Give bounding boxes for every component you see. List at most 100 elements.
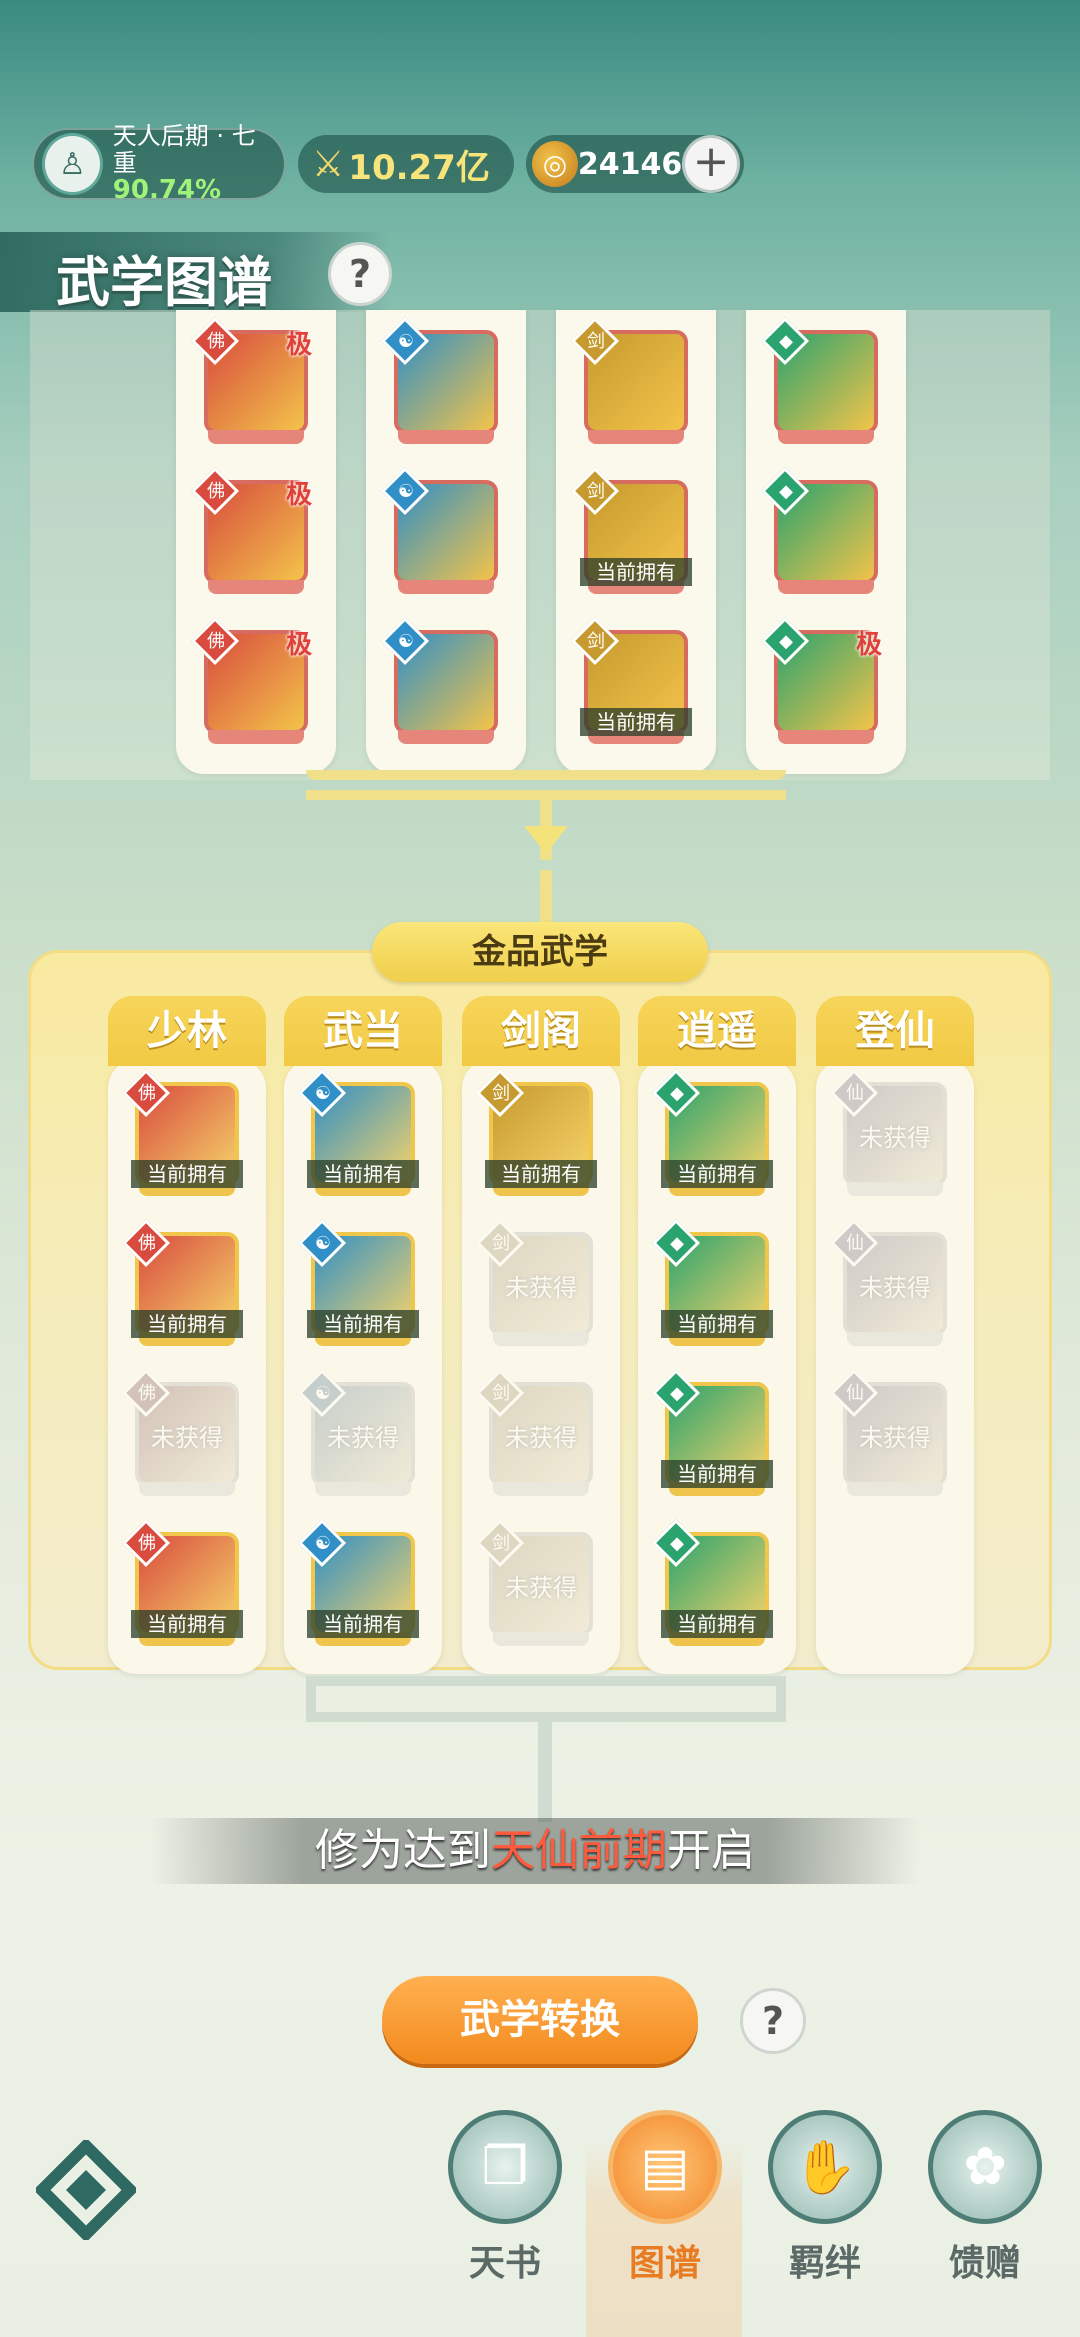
gold-skill-card[interactable]: ◆ 当前拥有	[651, 1368, 773, 1500]
school-glyph-icon: 剑	[587, 631, 605, 652]
owned-label: 当前拥有	[307, 1310, 419, 1338]
nav-label: 羁绊	[788, 2243, 861, 2284]
gold-skill-card[interactable]: ◆ 当前拥有	[651, 1218, 773, 1350]
gold-skill-card[interactable]: 佛当前拥有	[121, 1518, 243, 1650]
skill-card[interactable]: ◆ 极	[760, 616, 882, 748]
owned-label: 当前拥有	[580, 708, 692, 736]
skill-base	[493, 1332, 589, 1346]
gold-skill-card[interactable]: ◆ 当前拥有	[651, 1068, 773, 1200]
gold-skill-card[interactable]: 仙未获得	[829, 1218, 947, 1350]
gold-skill-card[interactable]: 仙未获得	[829, 1368, 947, 1500]
rank-title: 天人后期 · 七重	[112, 122, 256, 177]
gold-skill-card[interactable]: 剑未获得	[475, 1518, 593, 1650]
school-glyph-icon: 佛	[207, 331, 225, 352]
connector-line	[306, 770, 786, 780]
gold-skill-card[interactable]: 剑未获得	[475, 1218, 593, 1350]
school-glyph-icon: ☯	[314, 1083, 332, 1104]
skill-card[interactable]: 剑当前拥有	[570, 466, 692, 598]
not-obtained-label: 未获得	[859, 1124, 931, 1152]
nav-item-book[interactable]: ❐ 天书	[440, 2110, 570, 2300]
map-scroll-icon: ▤	[608, 2110, 722, 2224]
school-name: 逍遥	[638, 996, 796, 1066]
skill-card[interactable]: 剑当前拥有	[570, 616, 692, 748]
school-glyph-icon: ☯	[397, 631, 415, 652]
currency-indicator: ◎ 24146 +	[526, 135, 744, 193]
skill-card[interactable]: ☯	[380, 616, 498, 748]
skill-card[interactable]: ☯	[380, 316, 498, 448]
add-currency-button[interactable]: +	[682, 135, 740, 193]
nav-item-handshake[interactable]: ✋ 羁绊	[760, 2110, 890, 2300]
owned-label: 当前拥有	[131, 1610, 243, 1638]
gold-skill-card[interactable]: 仙未获得	[829, 1068, 947, 1200]
owned-label: 当前拥有	[307, 1160, 419, 1188]
school-glyph-icon: 剑	[492, 1233, 510, 1254]
skill-base	[493, 1632, 589, 1646]
extreme-tag: 极	[855, 630, 882, 660]
skill-card[interactable]: 佛极	[190, 316, 312, 448]
skill-card[interactable]: ◆	[760, 466, 878, 598]
connector-line	[306, 790, 786, 800]
school-glyph-icon: 佛	[138, 1533, 156, 1554]
extreme-tag: 极	[285, 630, 312, 660]
rank-indicator[interactable]: ♙ 天人后期 · 七重 90.74%	[32, 123, 286, 204]
connector-line	[306, 1712, 786, 1722]
skill-card[interactable]: ◆	[760, 316, 878, 448]
skill-base	[208, 730, 304, 744]
school-glyph-icon: 佛	[138, 1083, 156, 1104]
gold-skill-card[interactable]: ☯ 未获得	[297, 1368, 415, 1500]
skill-convert-button[interactable]: 武学转换	[382, 1976, 698, 2064]
gold-skill-card[interactable]: ☯ 当前拥有	[297, 1518, 419, 1650]
gold-skill-card[interactable]: 剑当前拥有	[475, 1068, 597, 1200]
school-glyph-icon: ◆	[670, 1233, 684, 1254]
skill-base	[398, 430, 494, 444]
school-glyph-icon: 剑	[492, 1533, 510, 1554]
school-glyph-icon: ◆	[670, 1533, 684, 1554]
chevron-down-icon	[524, 826, 568, 854]
school-glyph-icon: 剑	[587, 481, 605, 502]
gold-skill-card[interactable]: 佛未获得	[121, 1368, 239, 1500]
owned-label: 当前拥有	[661, 1460, 773, 1488]
nav-item-map-scroll[interactable]: ▤ 图谱	[600, 2110, 730, 2300]
owned-label: 当前拥有	[580, 558, 692, 586]
unlock-hint: 修为达到天仙前期开启	[150, 1818, 920, 1884]
extreme-tag: 极	[285, 480, 312, 510]
combat-power-indicator: ⚔ 10.27亿	[298, 135, 514, 193]
school-glyph-icon: ☯	[314, 1233, 332, 1254]
home-logo-icon[interactable]	[36, 2140, 136, 2240]
combat-power-value: 10.27亿	[348, 147, 490, 188]
gold-skill-card[interactable]: 佛当前拥有	[121, 1218, 243, 1350]
school-glyph-icon: 仙	[846, 1233, 864, 1254]
school-glyph-icon: ☯	[314, 1383, 332, 1404]
school-glyph-icon: ◆	[779, 331, 793, 352]
not-obtained-label: 未获得	[859, 1424, 931, 1452]
help-button[interactable]: ?	[328, 242, 392, 306]
school-glyph-icon: ◆	[779, 631, 793, 652]
skill-card[interactable]: 佛极	[190, 616, 312, 748]
school-glyph-icon: 佛	[138, 1233, 156, 1254]
nav-label: 馈赠	[948, 2243, 1021, 2284]
skill-base	[778, 430, 874, 444]
skill-base	[315, 1482, 411, 1496]
not-obtained-label: 未获得	[151, 1424, 223, 1452]
gold-skill-card[interactable]: ☯ 当前拥有	[297, 1068, 419, 1200]
skill-card[interactable]: 佛极	[190, 466, 312, 598]
nav-item-gift[interactable]: ✿ 馈赠	[920, 2110, 1050, 2300]
skill-base	[778, 730, 874, 744]
owned-label: 当前拥有	[131, 1310, 243, 1338]
school-glyph-icon: ◆	[670, 1083, 684, 1104]
school-name: 少林	[108, 996, 266, 1066]
skill-card[interactable]: 剑	[570, 316, 688, 448]
skill-base	[398, 580, 494, 594]
gold-skill-card[interactable]: 佛当前拥有	[121, 1068, 243, 1200]
gold-skill-card[interactable]: 剑未获得	[475, 1368, 593, 1500]
owned-label: 当前拥有	[661, 1160, 773, 1188]
skill-card[interactable]: ☯	[380, 466, 498, 598]
school-glyph-icon: ☯	[397, 331, 415, 352]
school-glyph-icon: 仙	[846, 1383, 864, 1404]
gold-skill-card[interactable]: ◆ 当前拥有	[651, 1518, 773, 1650]
page-title: 武学图谱	[56, 251, 272, 314]
school-name: 登仙	[816, 996, 974, 1066]
not-obtained-label: 未获得	[859, 1274, 931, 1302]
convert-help-button[interactable]: ?	[740, 1988, 806, 2054]
gold-skill-card[interactable]: ☯ 当前拥有	[297, 1218, 419, 1350]
